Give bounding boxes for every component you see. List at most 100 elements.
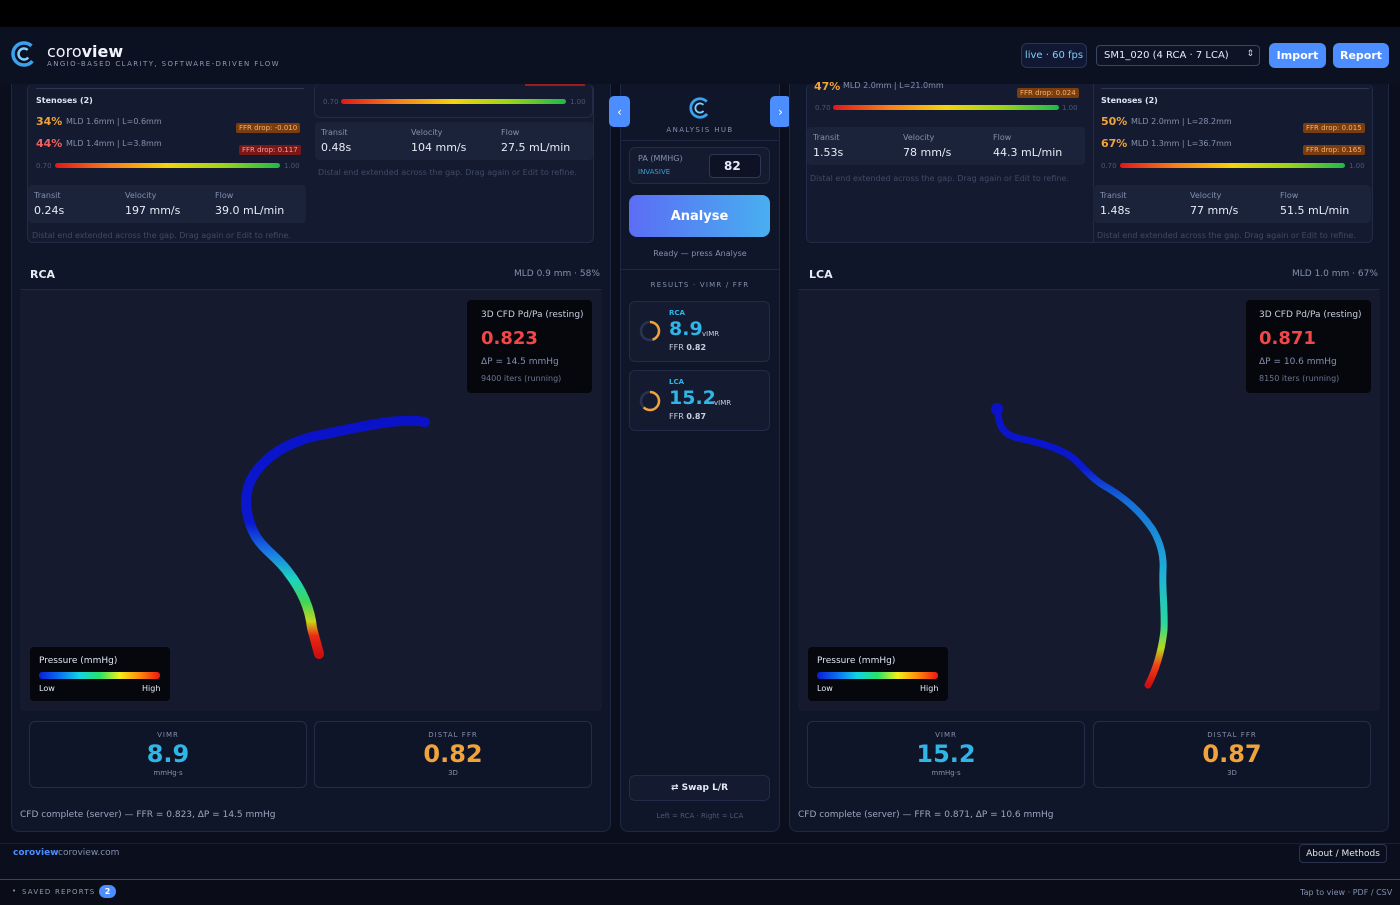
stat-value: 51.5 mL/min [1280,204,1350,217]
result-vessel: LCA [669,378,685,386]
lca-progress-ring-icon [639,390,661,412]
metric-unit: 3D [1227,769,1237,777]
legend-title: Pressure (mmHg) [817,656,896,666]
ready-status: Ready — press Analyse [653,249,747,258]
legend-low: Low [817,684,833,693]
ffr-drop-chip: FFR drop: 0.024 [1017,80,1079,99]
window-top-strip [0,0,1400,27]
cfd-status: CFD complete (server) — FFR = 0.823, ΔP … [20,810,276,820]
ffr-drop-chip: FFR drop: 0.165 [1303,137,1365,156]
saved-reports-label: SAVED REPORTS [22,888,96,896]
metric-unit: mmHg·s [931,769,961,777]
hub-logo-icon [689,97,711,119]
stenosis-desc: MLD 2.0mm | L=28.2mm [1131,117,1232,126]
scale-max: 1.00 [1062,104,1078,112]
coroview-logo-icon [11,41,37,67]
metric-label: VIMR [157,731,179,739]
result-unit: vIMR [714,399,732,407]
mld-summary: MLD 0.9 mm · 58% [514,269,600,279]
stat-label: Velocity [1190,191,1222,200]
about-methods-button[interactable]: About / Methods [1299,844,1387,863]
divider [620,140,780,141]
saved-reports-bar[interactable] [0,879,1400,905]
vimr-value: 8.9 [146,740,190,768]
stat-value: 197 mm/s [125,204,181,217]
stat-label: Flow [993,133,1012,142]
stat-label: Transit [321,128,348,137]
footer-brand[interactable]: coroview [13,848,59,858]
result-vessel: RCA [669,309,685,317]
iterations: 8150 iters (running) [1259,374,1340,383]
swap-button[interactable]: ⇄ Swap L/R [629,775,770,801]
refine-note: Distal end extended across the gap. Drag… [318,168,577,177]
stat-label: Transit [34,191,61,200]
refine-note: Distal end extended across the gap. Drag… [32,231,291,240]
scale-min: 0.70 [815,104,831,112]
metric-label: DISTAL FFR [428,731,478,739]
cfd-value: 0.871 [1259,328,1316,349]
chevron-left-icon[interactable]: ‹ [609,96,630,127]
ffr-drop-chip: FFR drop: -0.010 [236,115,301,134]
stenoses-title: Stenoses (2) [1101,96,1158,105]
ffr-gradient-bar [1120,163,1345,168]
case-select-value: SM1_020 (4 RCA · 7 LCA) [1104,50,1229,61]
ffr-gradient-bar [341,99,566,104]
stenosis-percent: 47% [814,80,841,93]
report-button[interactable]: Report [1333,43,1389,68]
ffr-drop-chip: FFR drop: 0.117 [239,137,301,156]
swap-hint: Left = RCA · Right = LCA [656,812,744,820]
stat-value: 39.0 mL/min [215,204,285,217]
divider [36,88,304,89]
scale-max: 1.00 [284,162,300,170]
pa-sub: INVASIVE [638,168,671,176]
stat-value: 1.53s [813,146,844,159]
stenosis-desc: MLD 1.4mm | L=3.8mm [66,139,162,148]
stat-value: 0.48s [321,141,352,154]
stat-value: 78 mm/s [903,146,952,159]
stenosis-desc: MLD 1.6mm | L=0.6mm [66,117,162,126]
stenosis-percent: 67% [1101,137,1128,150]
delta-p: ΔP = 10.6 mmHg [1259,357,1337,367]
stat-label: Velocity [411,128,443,137]
scale-min: 0.70 [1101,162,1117,170]
stenosis-percent: 44% [36,137,63,150]
refine-note: Distal end extended across the gap. Drag… [810,174,1069,183]
stat-label: Transit [1100,191,1127,200]
metric-unit: mmHg·s [153,769,183,777]
stat-label: Flow [215,191,234,200]
stenosis-desc: MLD 2.0mm | L=21.0mm [843,81,944,90]
stat-value: 104 mm/s [411,141,467,154]
results-title: RESULTS · VIMR / FFR [650,281,750,289]
stat-label: Flow [501,128,520,137]
metric-unit: 3D [448,769,458,777]
ffr-gradient-bar [55,163,280,168]
divider [620,269,780,270]
pressure-gradient [817,672,938,679]
cfd-title: 3D CFD Pd/Pa (resting) [481,310,584,320]
saved-reports-count: 2 [99,885,116,898]
footer-domain[interactable]: coroview.com [58,848,119,858]
vessel-title: RCA [30,268,56,281]
metric-label: VIMR [935,731,957,739]
import-button[interactable]: Import [1269,43,1326,68]
stenoses-title: Stenoses (2) [36,96,93,105]
analyse-button[interactable]: Analyse [629,195,770,237]
stat-value: 27.5 mL/min [501,141,571,154]
scale-max: 1.00 [570,98,586,106]
metric-label: DISTAL FFR [1207,731,1257,739]
result-vimr: 15.2 [669,387,716,409]
pa-value: 82 [724,159,741,173]
chevron-right-icon[interactable]: › [770,96,791,127]
stat-value: 1.48s [1100,204,1131,217]
brand-tagline: ANGIO-BASED CLARITY, SOFTWARE-DRIVEN FLO… [47,60,281,68]
case-select[interactable]: SM1_020 (4 RCA · 7 LCA) ⇕ [1096,45,1260,66]
pa-input[interactable]: 82 [709,154,761,178]
stat-label: Velocity [125,191,157,200]
stenosis-percent: 34% [36,115,63,128]
cfd-value: 0.823 [481,328,538,349]
chip-edge [525,84,585,86]
scale-max: 1.00 [1349,162,1365,170]
stenosis-desc: MLD 1.3mm | L=36.7mm [1131,139,1232,148]
stat-value: 44.3 mL/min [993,146,1063,159]
cfd-status: CFD complete (server) — FFR = 0.871, ΔP … [798,810,1054,820]
